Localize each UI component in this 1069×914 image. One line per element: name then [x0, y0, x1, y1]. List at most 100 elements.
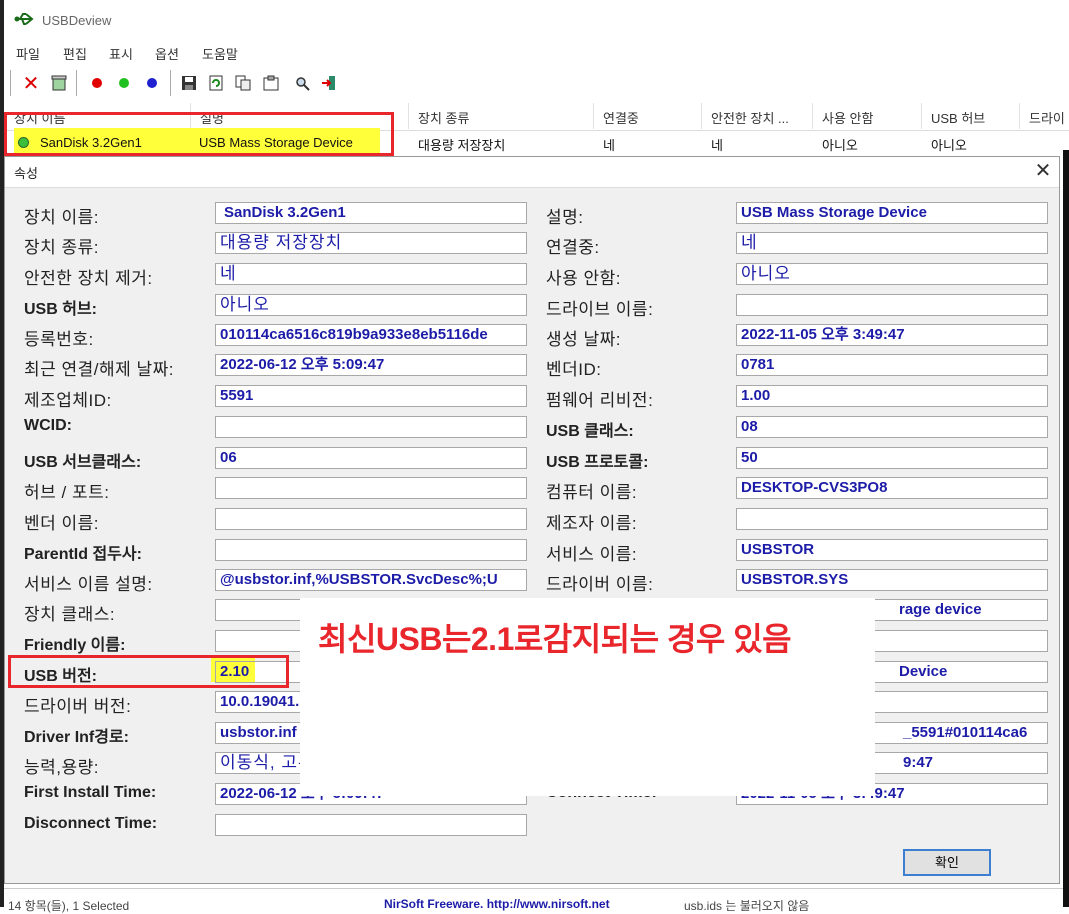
field-wcid[interactable]: [215, 416, 527, 438]
label-capabilities: 능력,용량:: [24, 758, 100, 777]
properties-icon[interactable]: [260, 72, 282, 94]
menu-file[interactable]: 파일: [16, 44, 40, 63]
label-device-type: 장치 종류:: [24, 238, 100, 257]
field-created-date[interactable]: 2022-11-05 오후 3:49:47: [736, 324, 1048, 346]
window-edge: [1063, 150, 1069, 907]
label-drive-letter: 드라이브 이름:: [546, 300, 654, 319]
field-vendor-name[interactable]: [215, 508, 527, 530]
field-usb-hub[interactable]: 아니오: [215, 294, 527, 316]
label-vendor-id: 벤더ID:: [546, 360, 602, 379]
column-device-type[interactable]: 장치 종류: [418, 108, 469, 127]
field-service-name[interactable]: USBSTOR: [736, 539, 1048, 561]
field-computer-name[interactable]: DESKTOP-CVS3PO8: [736, 477, 1048, 499]
delete-icon[interactable]: ✕: [20, 72, 42, 95]
column-safe-removal[interactable]: 안전한 장치 ...: [711, 108, 789, 127]
column-divider[interactable]: [812, 103, 813, 129]
close-icon[interactable]: ✕: [1032, 160, 1054, 182]
field-safe-removal[interactable]: 네: [215, 263, 527, 285]
field-manufacturer[interactable]: [736, 508, 1048, 530]
label-driver-filename: 드라이버 이름:: [546, 575, 654, 594]
field-device-type[interactable]: 대용량 저장장치: [215, 232, 527, 254]
exit-icon[interactable]: [318, 72, 340, 94]
field-parentid-prefix[interactable]: [215, 539, 527, 561]
label-service-name: 서비스 이름:: [546, 545, 638, 564]
blue-dot-icon[interactable]: [141, 72, 163, 94]
label-friendly-name: Friendly 이름:: [24, 637, 126, 654]
window-edge: [0, 0, 4, 907]
label-disconnect-time: Disconnect Time:: [24, 815, 158, 832]
uninstall-icon[interactable]: [48, 72, 70, 94]
column-divider[interactable]: [1019, 103, 1020, 129]
field-last-plug[interactable]: 2022-06-12 오후 5:09:47: [215, 354, 527, 376]
label-manufacturer: 제조자 이름:: [546, 514, 638, 533]
label-disabled: 사용 안함:: [546, 269, 622, 288]
label-wcid: WCID:: [24, 417, 72, 434]
field-service-description[interactable]: @usbstor.inf,%USBSTOR.SvcDesc%;U: [215, 569, 527, 591]
column-divider[interactable]: [701, 103, 702, 129]
field-disabled[interactable]: 아니오: [736, 263, 1048, 285]
status-item-count: 14 항목(들), 1 Selected: [8, 899, 130, 913]
find-icon[interactable]: [291, 72, 313, 94]
field-usb-class[interactable]: 08: [736, 416, 1048, 438]
status-usbids: usb.ids 는 불러오지 않음: [684, 899, 810, 913]
label-usb-protocol: USB 프로토콜:: [546, 454, 649, 471]
menu-help[interactable]: 도움말: [202, 44, 238, 63]
column-divider[interactable]: [921, 103, 922, 129]
label-device-name: 장치 이름:: [24, 208, 100, 227]
field-disconnect-time[interactable]: [215, 814, 527, 836]
dialog-title: 속성: [14, 166, 38, 181]
column-drive[interactable]: 드라이: [1029, 108, 1065, 127]
field-connected[interactable]: 네: [736, 232, 1048, 254]
field-drive-letter[interactable]: [736, 294, 1048, 316]
label-connected: 연결중:: [546, 238, 600, 257]
ok-button[interactable]: 확인: [903, 849, 991, 876]
label-driver-inf-path: Driver Inf경로:: [24, 729, 130, 746]
field-usb-subclass[interactable]: 06: [215, 447, 527, 469]
save-icon[interactable]: [178, 72, 200, 94]
dialog-title-bar: [5, 157, 1059, 188]
annotation-text: 최신USB는2.1로감지되는 경우 있음: [318, 621, 792, 657]
label-firmware-revision: 펌웨어 리비전:: [546, 391, 654, 410]
field-device-name[interactable]: SanDisk 3.2Gen1: [215, 202, 527, 224]
field-description[interactable]: USB Mass Storage Device: [736, 202, 1048, 224]
label-vendor-name: 벤더 이름:: [24, 514, 100, 533]
field-product-id[interactable]: 5591: [215, 385, 527, 407]
toolbar-separator: [10, 70, 11, 96]
label-usb-class: USB 클래스:: [546, 423, 634, 440]
toolbar-separator: [170, 70, 171, 96]
label-serial-number: 등록번호:: [24, 330, 94, 349]
cell-connected[interactable]: 네: [603, 135, 615, 154]
window-title: USBDeview: [42, 13, 112, 28]
refresh-icon[interactable]: [205, 72, 227, 94]
menu-edit[interactable]: 편집: [63, 44, 87, 63]
cell-safe-removal[interactable]: 네: [711, 135, 723, 154]
label-safe-removal: 안전한 장치 제거:: [24, 269, 153, 288]
field-serial-number[interactable]: 010114ca6516c819b9a933e8eb5116de: [215, 324, 527, 346]
column-divider[interactable]: [408, 103, 409, 129]
cell-disabled[interactable]: 아니오: [822, 135, 858, 154]
label-created-date: 생성 날짜:: [546, 330, 622, 349]
red-dot-icon[interactable]: [86, 72, 108, 94]
label-description: 설명:: [546, 208, 584, 227]
field-hub-port[interactable]: [215, 477, 527, 499]
label-first-install-time: First Install Time:: [24, 784, 157, 801]
field-vendor-id[interactable]: 0781: [736, 354, 1048, 376]
copy-icon[interactable]: [232, 72, 254, 94]
column-disabled[interactable]: 사용 안함: [822, 108, 873, 127]
field-usb-protocol[interactable]: 50: [736, 447, 1048, 469]
green-dot-icon[interactable]: [113, 72, 135, 94]
toolbar-separator: [76, 70, 77, 96]
menu-view[interactable]: 표시: [109, 44, 133, 63]
field-driver-filename[interactable]: USBSTOR.SYS: [736, 569, 1048, 591]
usb-icon: [14, 10, 36, 28]
cell-device-type[interactable]: 대용량 저장장치: [418, 135, 505, 154]
column-connected[interactable]: 연결중: [603, 108, 639, 127]
label-last-plug: 최근 연결/해제 날짜:: [24, 360, 175, 379]
label-usb-subclass: USB 서브클래스:: [24, 454, 142, 471]
field-firmware-revision[interactable]: 1.00: [736, 385, 1048, 407]
cell-usb-hub[interactable]: 아니오: [931, 135, 967, 154]
column-usb-hub[interactable]: USB 허브: [931, 108, 985, 127]
column-divider[interactable]: [593, 103, 594, 129]
menu-options[interactable]: 옵션: [155, 44, 179, 63]
status-nirsoft-link[interactable]: NirSoft Freeware. http://www.nirsoft.net: [384, 897, 610, 911]
